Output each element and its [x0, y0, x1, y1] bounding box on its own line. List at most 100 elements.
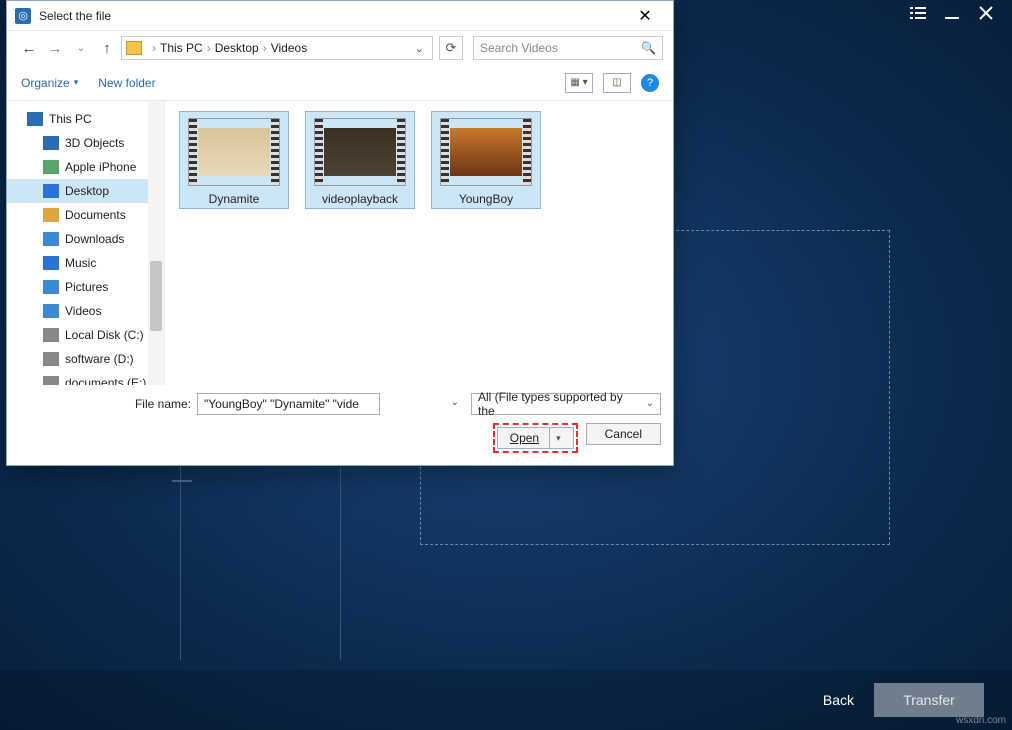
dialog-title: Select the file — [39, 9, 625, 23]
tree-item[interactable]: Desktop — [7, 179, 164, 203]
chevron-down-icon[interactable]: ⌄ — [646, 398, 654, 409]
divider — [180, 460, 181, 660]
breadcrumb-mid[interactable]: Desktop — [215, 41, 259, 55]
file-type-select[interactable]: All (File types supported by the ⌄ — [471, 393, 661, 415]
back-button[interactable]: Back — [823, 692, 854, 708]
tree-label: Music — [65, 256, 96, 270]
folder-icon — [43, 328, 59, 342]
filename-label: File name: — [19, 397, 191, 411]
app-icon: ◎ — [15, 8, 31, 24]
tree-label: Documents — [65, 208, 126, 222]
tree-item[interactable]: software (D:) — [7, 347, 164, 371]
chevron-down-icon: ▾ — [556, 433, 561, 444]
filename-input-wrap: ⌄ — [197, 393, 465, 415]
tree-item[interactable]: Pictures — [7, 275, 164, 299]
file-item[interactable]: YoungBoy — [431, 111, 541, 209]
folder-icon — [43, 352, 59, 366]
organize-menu[interactable]: Organize▾ — [21, 76, 78, 90]
nav-back-button[interactable]: ← — [17, 36, 41, 60]
filename-input[interactable] — [197, 393, 380, 415]
help-icon[interactable]: ? — [641, 74, 659, 92]
folder-icon — [43, 256, 59, 270]
tree-label: Downloads — [65, 232, 124, 246]
address-bar[interactable]: › This PC › Desktop › Videos ⌄ — [121, 36, 433, 60]
close-icon[interactable] — [978, 5, 994, 26]
preview-pane-button[interactable]: ◫ — [603, 73, 631, 93]
dialog-bottom: File name: ⌄ All (File types supported b… — [7, 385, 673, 465]
dialog-nav: ← → ⌄ ↑ › This PC › Desktop › Videos ⌄ ⟳… — [7, 31, 673, 65]
dialog-titlebar: ◎ Select the file ✕ — [7, 1, 673, 31]
watermark: wsxdn.com — [956, 715, 1006, 726]
view-mode-button[interactable]: ▦ ▾ — [565, 73, 593, 93]
transfer-button[interactable]: Transfer — [874, 683, 984, 717]
file-name: videoplayback — [308, 192, 412, 206]
tree-label: Pictures — [65, 280, 108, 294]
open-button[interactable]: Open ▾ — [497, 427, 574, 449]
marker — [172, 480, 192, 482]
button-row: Open ▾ Cancel — [19, 423, 661, 453]
tree-item[interactable]: Apple iPhone — [7, 155, 164, 179]
refresh-button[interactable]: ⟳ — [439, 36, 463, 60]
folder-tree[interactable]: This PC 3D Objects Apple iPhone Desktop Docu… — [7, 101, 165, 385]
folder-icon — [126, 41, 142, 55]
folder-icon — [43, 304, 59, 318]
search-icon: 🔍 — [641, 41, 656, 55]
breadcrumb-root[interactable]: This PC — [160, 41, 203, 55]
folder-icon — [43, 280, 59, 294]
dialog-body: This PC 3D Objects Apple iPhone Desktop Docu… — [7, 101, 673, 385]
app-titlebar — [892, 0, 1012, 30]
tree-label: This PC — [49, 112, 92, 126]
chevron-down-icon[interactable]: ⌄ — [451, 397, 459, 408]
folder-icon — [27, 112, 43, 126]
close-button[interactable]: ✕ — [625, 6, 665, 26]
scrollbar[interactable] — [148, 101, 164, 385]
tree-item[interactable]: Downloads — [7, 227, 164, 251]
tree-label: Local Disk (C:) — [65, 328, 144, 342]
tree-item[interactable]: 3D Objects — [7, 131, 164, 155]
divider — [340, 460, 341, 660]
file-item[interactable]: videoplayback — [305, 111, 415, 209]
video-thumbnail — [314, 118, 406, 186]
folder-icon — [43, 136, 59, 150]
tree-item[interactable]: Videos — [7, 299, 164, 323]
file-open-dialog: ◎ Select the file ✕ ← → ⌄ ↑ › This PC › … — [6, 0, 674, 466]
tree-item[interactable]: Documents — [7, 203, 164, 227]
tree-label: 3D Objects — [65, 136, 124, 150]
nav-recent-button[interactable]: ⌄ — [69, 36, 93, 60]
search-input[interactable]: Search Videos 🔍 — [473, 36, 663, 60]
tree-item[interactable]: This PC — [7, 107, 164, 131]
tree-label: Desktop — [65, 184, 109, 198]
tree-item[interactable]: documents (E:) — [7, 371, 164, 385]
video-thumbnail — [440, 118, 532, 186]
app-footer: Back Transfer — [0, 670, 1012, 730]
tree-label: Apple iPhone — [65, 160, 136, 174]
file-item[interactable]: Dynamite — [179, 111, 289, 209]
list-icon[interactable] — [910, 5, 926, 26]
tree-label: documents (E:) — [65, 376, 146, 385]
minimize-icon[interactable] — [944, 5, 960, 26]
open-highlight: Open ▾ — [493, 423, 578, 453]
new-folder-button[interactable]: New folder — [98, 76, 155, 90]
tree-label: Videos — [65, 304, 101, 318]
tree-label: software (D:) — [65, 352, 134, 366]
file-grid[interactable]: Dynamite videoplayback YoungBoy — [165, 101, 673, 385]
file-name: Dynamite — [182, 192, 286, 206]
video-thumbnail — [188, 118, 280, 186]
breadcrumb-leaf[interactable]: Videos — [271, 41, 307, 55]
folder-icon — [43, 160, 59, 174]
folder-icon — [43, 184, 59, 198]
folder-icon — [43, 376, 59, 385]
folder-icon — [43, 232, 59, 246]
folder-icon — [43, 208, 59, 222]
chevron-down-icon[interactable]: ⌄ — [411, 42, 428, 55]
search-placeholder: Search Videos — [480, 41, 558, 55]
scrollbar-thumb[interactable] — [150, 261, 162, 331]
dialog-toolbar: Organize▾ New folder ▦ ▾ ◫ ? — [7, 65, 673, 101]
toolbar-right: ▦ ▾ ◫ ? — [565, 73, 659, 93]
nav-up-button[interactable]: ↑ — [95, 36, 119, 60]
nav-forward-button[interactable]: → — [43, 36, 67, 60]
file-name: YoungBoy — [434, 192, 538, 206]
tree-item[interactable]: Music — [7, 251, 164, 275]
cancel-button[interactable]: Cancel — [586, 423, 661, 445]
tree-item[interactable]: Local Disk (C:) — [7, 323, 164, 347]
